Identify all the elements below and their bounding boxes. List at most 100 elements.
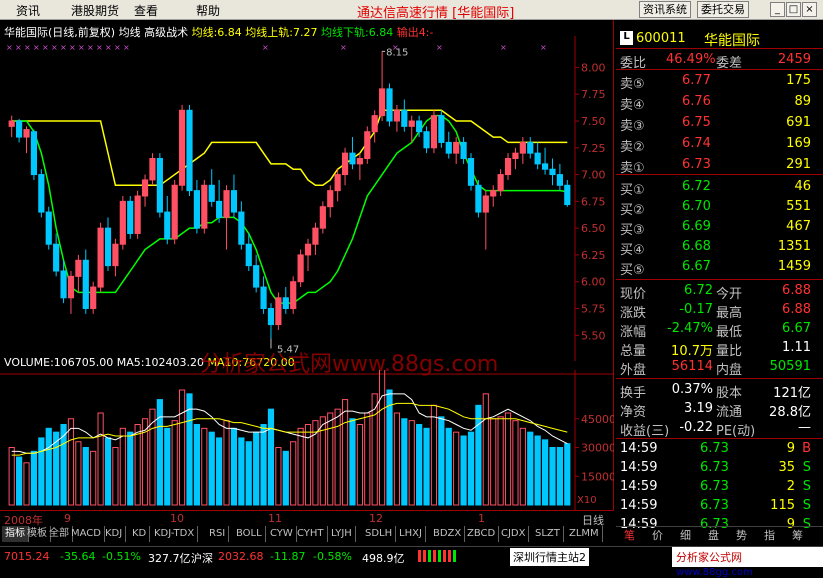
menu-view[interactable]: 查看 [134,2,158,19]
indicator-tab-8[interactable]: BOLL [233,526,266,542]
fund-label: 换手 [620,386,647,401]
signal-marker: × [33,43,40,52]
indicator-tab-11[interactable]: LYJH [328,526,356,542]
volume-bar [290,441,297,506]
indicator-tab-9[interactable]: CYW [267,526,297,542]
menu-hk-futures[interactable]: 港股期货 [71,2,119,19]
quote-tab-1[interactable]: 价 [652,527,663,543]
sell-row[interactable]: 卖① 6.73 291 [616,156,823,176]
buy-row[interactable]: 买① 6.72 46 [616,178,823,198]
quote-tab-3[interactable]: 盘 [708,527,719,543]
sell-volume: 291 [786,157,811,172]
indicator-tab-14[interactable]: BDZX [430,526,466,542]
indicator-tab-15[interactable]: ZBCD [464,526,500,542]
quote-tab-6[interactable]: 筹 [792,527,803,543]
buy-row[interactable]: 买③ 6.69 467 [616,218,823,238]
site-url: www.88gg.com [676,567,753,578]
fund-label-2: 股本 [716,386,743,401]
sell-row[interactable]: 卖③ 6.75 691 [616,114,823,134]
stat-value-2: 1.11 [782,340,811,355]
sell-volume: 89 [794,94,811,109]
quote-tab-2[interactable]: 细 [680,527,691,543]
buy-row[interactable]: 买④ 6.68 1351 [616,238,823,258]
sh-pct: -0.51% [102,550,141,563]
indicator-tab-13[interactable]: LHXJ [396,526,426,542]
stat-row: 外盘 56114 内盘 50591 [616,358,823,378]
volume-bar [512,420,519,506]
server-label[interactable]: 深圳行情主站2 [510,548,589,566]
volume-bar [438,416,445,506]
signal-marker: × [540,43,547,52]
chart-pane[interactable]: 华能国际(日线,前复权) 均线 高级战术 均线:6.84 均线上轨:7.27 均… [0,20,614,510]
commission-diff-value: 2459 [777,52,811,67]
sell-label: 卖⑤ [620,77,645,92]
volume-bar [149,408,156,506]
stat-value: 10.7万 [671,344,713,359]
stat-label: 涨跌 [620,306,647,321]
stat-value-2: 6.88 [782,302,811,317]
stat-label: 总量 [620,344,647,359]
signal-marker: × [51,43,58,52]
volume-ma5: MA5:102403.20 [116,356,204,369]
volume-bar [386,389,393,506]
volume-bar [453,431,460,506]
signal-marker: × [69,43,76,52]
indicator-tab-17[interactable]: SLZT [532,526,564,542]
buy-volume: 1459 [777,259,811,274]
indicator-tab-12[interactable]: SDLH [362,526,397,542]
candle-body [312,227,319,245]
volume-chart[interactable]: 45000 30000 15000 X10 [0,370,614,510]
maximize-button[interactable]: □ [786,2,801,17]
quote-tab-4[interactable]: 势 [736,527,747,543]
volume-bar [67,418,75,506]
stat-row: 涨幅 -2.47% 最低 6.67 [616,320,823,340]
price-tick-label: 6.25 [581,249,606,262]
minimize-button[interactable]: _ [770,2,785,17]
price-chart[interactable]: 8.00 7.75 7.50 7.25 7.00 6.75 6.50 6.25 6.00 5.75… [0,36,614,361]
signal-marker: × [60,43,67,52]
signal-marker: × [96,43,103,52]
volume-bar [38,437,45,506]
menu-bar: 资讯 港股期货 查看 帮助 通达信高速行情 [华能国际] 资讯系统 委托交易 _… [0,0,823,21]
candle-body [304,243,312,256]
stat-label: 现价 [620,287,647,302]
indicator-tab-10[interactable]: CYHT [294,526,328,542]
quote-tab-0[interactable]: 笔 [624,527,635,543]
price-tick-label: 5.50 [581,329,606,342]
menu-help[interactable]: 帮助 [196,2,220,19]
indicator-tab-7[interactable]: RSI [206,526,230,542]
info-system-button[interactable]: 资讯系统 [639,1,691,18]
sell-row[interactable]: 卖② 6.74 169 [616,135,823,155]
trade-button[interactable]: 委托交易 [697,1,749,18]
indicator-tab-18[interactable]: ZLMM [566,526,603,542]
indicator-tab-4[interactable]: KDJ [102,526,127,542]
volume-bar [519,427,526,506]
fund-value: 0.37% [671,382,713,397]
sell-row[interactable]: 卖⑤ 6.77 175 [616,72,823,92]
quote-tab-5[interactable]: 指 [764,527,775,543]
tick-volume: 2 [786,479,795,494]
volume-bar [178,389,186,506]
indicator-tab-5[interactable]: KD [129,526,151,542]
quote-tabs: 笔价细盘势指筹 [616,526,823,543]
signal-marker: × [105,43,112,52]
menu-news[interactable]: 资讯 [16,2,40,19]
stat-row: 现价 6.72 今开 6.88 [616,282,823,302]
candle-body [408,120,415,127]
sell-row[interactable]: 卖④ 6.76 89 [616,93,823,113]
volume-bar [223,420,230,506]
buy-row[interactable]: 买② 6.70 551 [616,198,823,218]
buy-row[interactable]: 买⑤ 6.67 1459 [616,258,823,278]
candle-body [38,174,45,213]
volume-bar [549,447,556,506]
tick-time: 14:59 [620,460,658,475]
indicator-tab-3[interactable]: MACD [68,526,105,542]
volume-bar [230,427,238,506]
sh-amount: 327.7亿 [148,552,191,565]
indicator-tab-16[interactable]: CJDX [498,526,530,542]
volume-bar [193,424,200,506]
close-button[interactable]: × [802,2,817,17]
candle-body [341,152,349,176]
indicator-tab-6[interactable]: KDJ-TDX [151,526,199,542]
stat-row: 涨跌 -0.17 最高 6.88 [616,301,823,321]
